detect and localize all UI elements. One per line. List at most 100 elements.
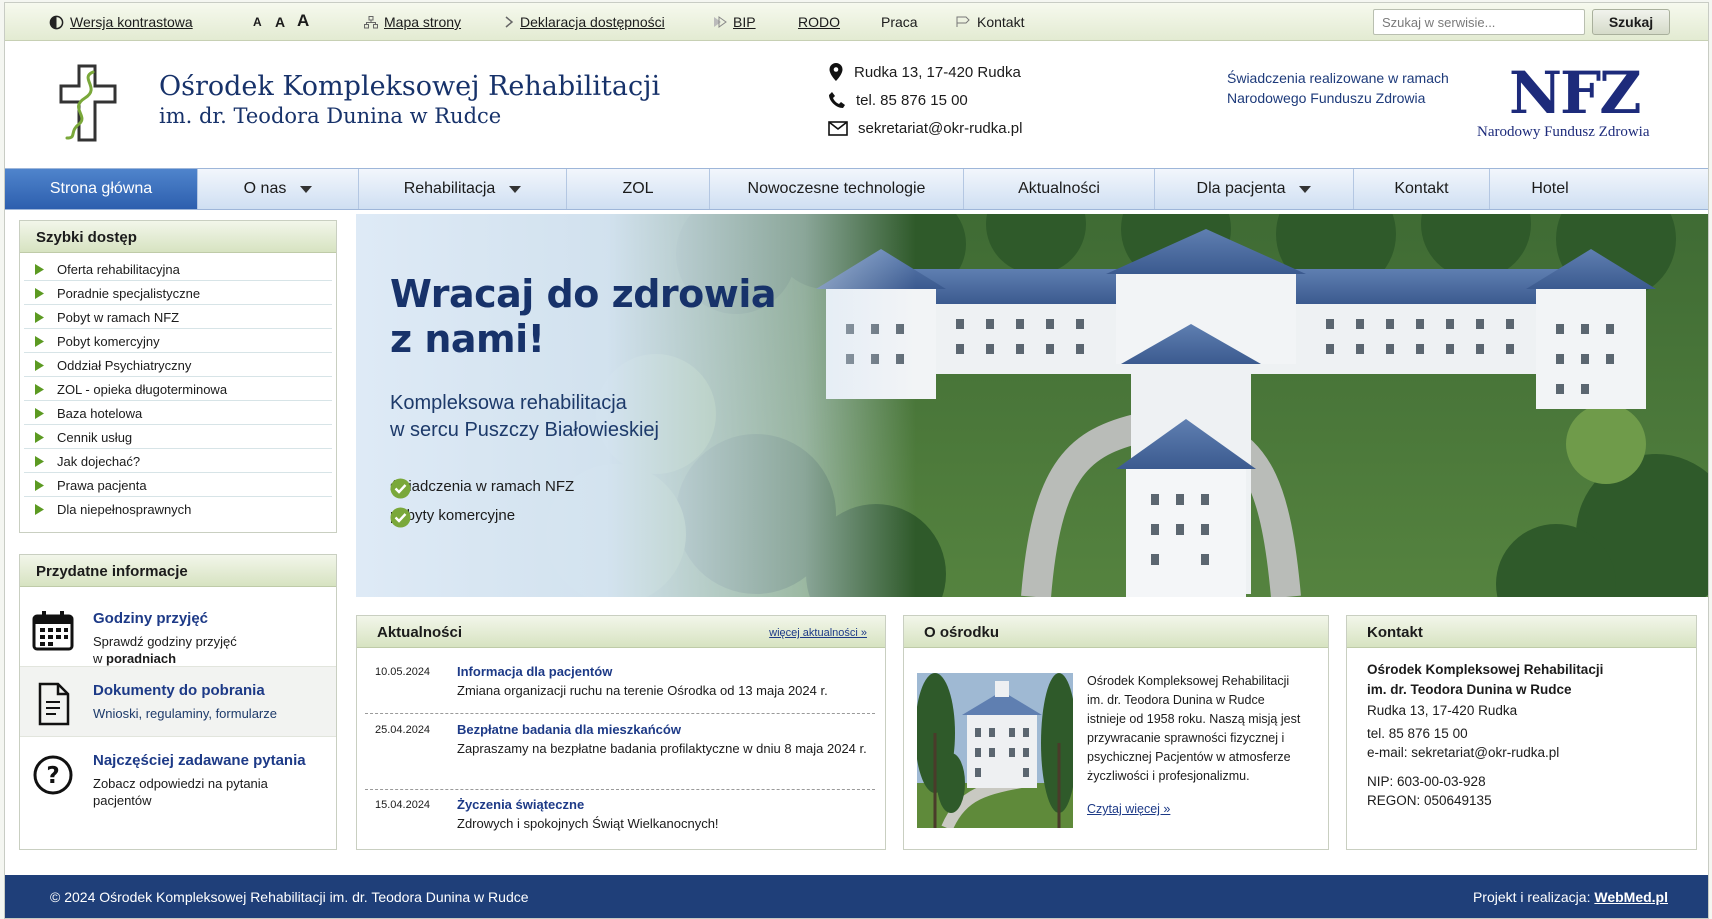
svg-text:?: ? (46, 763, 59, 789)
quick-link-offer[interactable]: Oferta rehabilitacyjna (24, 257, 332, 281)
nav-hotel-label: Hotel (1531, 180, 1569, 197)
info-item-faq[interactable]: ? Najczęściej zadawane pytania Zobacz od… (20, 737, 336, 827)
info-documents-title: Dokumenty do pobrania (93, 682, 265, 699)
nav-rehabilitation-label: Rehabilitacja (403, 180, 496, 197)
location-pin-icon (829, 63, 843, 81)
arrow-right-icon (35, 432, 44, 443)
page: Wersja kontrastowa A A A Mapa strony Dek… (0, 0, 1712, 919)
contact-email[interactable]: e-mail: sekretariat@okr-rudka.pl (1367, 745, 1559, 760)
search-input[interactable] (1373, 9, 1585, 35)
bip-link[interactable]: BIP (713, 14, 756, 30)
quick-link-directions[interactable]: Jak dojechać? (24, 449, 332, 473)
footer-credit-prefix: Projekt i realizacja: (1472, 889, 1591, 905)
quick-link-commercial-stay[interactable]: Pobyt komercyjny (24, 329, 332, 353)
nav-rehabilitation[interactable]: Rehabilitacja (359, 169, 567, 209)
nav-technologies[interactable]: Nowoczesne technologie (710, 169, 964, 209)
hero-subheading: Kompleksowa rehabilitacja w sercu Puszcz… (390, 390, 659, 444)
quick-link-prices[interactable]: Cennik usług (24, 425, 332, 449)
read-more-link[interactable]: Czytaj więcej » (1087, 802, 1170, 816)
font-size-large[interactable]: A (297, 11, 309, 31)
nav-home[interactable]: Strona główna (5, 169, 198, 209)
hero-check-commercial: pobyty komercyjne (390, 507, 515, 528)
contact-label: Kontakt (977, 14, 1025, 30)
contact-phone[interactable]: tel. 85 876 15 00 (1367, 726, 1468, 741)
quick-link-patient-rights[interactable]: Prawa pacjenta (24, 473, 332, 497)
quick-link-zol[interactable]: ZOL - opieka długoterminowa (24, 377, 332, 401)
quick-link-disabled[interactable]: Dla niepełnosprawnych (24, 497, 332, 521)
info-faq-desc-line1: Zobacz odpowiedzi na pytania (93, 776, 268, 791)
news-item[interactable]: 15.04.2024 Życzenia świąteczne Zdrowych … (365, 794, 875, 842)
news-title-link[interactable]: Informacja dla pacjentów (457, 664, 612, 679)
about-photo[interactable] (917, 673, 1073, 828)
news-item[interactable]: 10.05.2024 Informacja dla pacjentów Zmia… (365, 661, 875, 714)
nav-contact[interactable]: Kontakt (1354, 169, 1490, 209)
nfz-logo-caption: Narodowy Fundusz Zdrowia (1477, 124, 1650, 140)
main-nav: Strona główna O nas Rehabilitacja ZOL No… (5, 168, 1708, 210)
more-news-link[interactable]: więcej aktualności » (769, 627, 867, 639)
news-desc: Zdrowych i spokojnych Świąt Wielkanocnyc… (457, 816, 719, 831)
nav-about[interactable]: O nas (198, 169, 359, 209)
news-title-link[interactable]: Życzenia świąteczne (457, 797, 584, 812)
institution-subtitle: im. dr. Teodora Dunina w Rudce (159, 104, 502, 128)
quick-link-hotel[interactable]: Baza hotelowa (24, 401, 332, 425)
nav-patients[interactable]: Dla pacjenta (1155, 169, 1354, 209)
nav-technologies-label: Nowoczesne technologie (747, 180, 926, 197)
hero-heading-line1: Wracaj do zdrowia (390, 272, 777, 316)
contrast-toggle[interactable]: Wersja kontrastowa (49, 14, 193, 30)
info-item-documents[interactable]: Dokumenty do pobrania Wnioski, regulamin… (20, 667, 336, 737)
contrast-label: Wersja kontrastowa (70, 14, 193, 30)
sitemap-link[interactable]: Mapa strony (364, 14, 461, 30)
nav-hotel[interactable]: Hotel (1490, 169, 1610, 209)
arrow-right-icon (35, 264, 44, 275)
quick-link-clinics[interactable]: Poradnie specjalistyczne (24, 281, 332, 305)
contact-link[interactable]: Kontakt (956, 14, 1024, 30)
nav-zol[interactable]: ZOL (567, 169, 710, 209)
font-size-small[interactable]: A (253, 15, 262, 29)
nav-patients-label: Dla pacjenta (1196, 180, 1286, 197)
header-phone[interactable]: tel. 85 876 15 00 (828, 91, 968, 109)
quick-link-label: Oddział Psychiatryczny (57, 358, 192, 373)
arrow-right-icon (35, 384, 44, 395)
accessibility-link[interactable]: Deklaracja dostępności (505, 14, 665, 30)
quick-link-nfz-stay[interactable]: Pobyt w ramach NFZ (24, 305, 332, 329)
quick-link-psychiatry[interactable]: Oddział Psychiatryczny (24, 353, 332, 377)
bip-label: BIP (733, 14, 756, 30)
news-item[interactable]: 25.04.2024 Bezpłatne badania dla mieszka… (365, 719, 875, 790)
webmed-link[interactable]: WebMed.pl (1594, 889, 1668, 905)
quick-link-label: Cennik usług (57, 430, 133, 445)
search-button[interactable]: Szukaj (1592, 9, 1670, 35)
header-email[interactable]: sekretariat@okr-rudka.pl (828, 120, 1022, 137)
contact-nip: NIP: 603-00-03-928 (1367, 774, 1486, 789)
news-title-link[interactable]: Bezpłatne badania dla mieszkańców (457, 722, 681, 737)
footer-credit: Projekt i realizacja: WebMed.pl (1473, 889, 1668, 905)
site-footer: © 2024 Ośrodek Kompleksowej Rehabilitacj… (5, 875, 1708, 918)
contact-box: Kontakt Ośrodek Kompleksowej Rehabilitac… (1346, 615, 1697, 850)
nfz-logo[interactable]: NFZ (1509, 59, 1642, 127)
arrow-right-icon (35, 456, 44, 467)
sitemap-icon (364, 15, 378, 28)
info-hours-desc: Sprawdź godziny przyjęć w poradniach (93, 633, 237, 667)
check-circle-icon (390, 478, 411, 499)
useful-info-box: Przydatne informacje Godziny przyjęć Spr… (19, 554, 337, 850)
contact-regon: REGON: 050649135 (1367, 793, 1492, 808)
contact-address: Rudka 13, 17-420 Rudka (1367, 703, 1518, 718)
quick-link-label: Oferta rehabilitacyjna (57, 262, 180, 277)
font-size-medium[interactable]: A (275, 14, 285, 30)
arrow-right-icon (35, 504, 44, 515)
info-hours-desc-prefix: w (93, 651, 106, 666)
info-item-hours[interactable]: Godziny przyjęć Sprawdź godziny przyjęć … (20, 595, 336, 667)
arrow-right-icon (35, 360, 44, 371)
site-logo[interactable] (57, 62, 119, 147)
nav-contact-label: Kontakt (1394, 180, 1449, 197)
nav-news[interactable]: Aktualności (964, 169, 1155, 209)
address-text: Rudka 13, 17-420 Rudka (854, 63, 1021, 81)
chevron-down-icon (1299, 185, 1312, 193)
rodo-link[interactable]: RODO (798, 14, 840, 30)
utility-bar: Wersja kontrastowa A A A Mapa strony Dek… (5, 3, 1708, 41)
praca-label: Praca (881, 14, 918, 30)
header-address: Rudka 13, 17-420 Rudka (828, 62, 1021, 82)
contrast-icon (49, 15, 64, 29)
praca-link[interactable]: Praca (881, 14, 918, 30)
institution-name[interactable]: Ośrodek Kompleksowej Rehabilitacji (159, 71, 660, 102)
nav-zol-label: ZOL (622, 180, 654, 197)
